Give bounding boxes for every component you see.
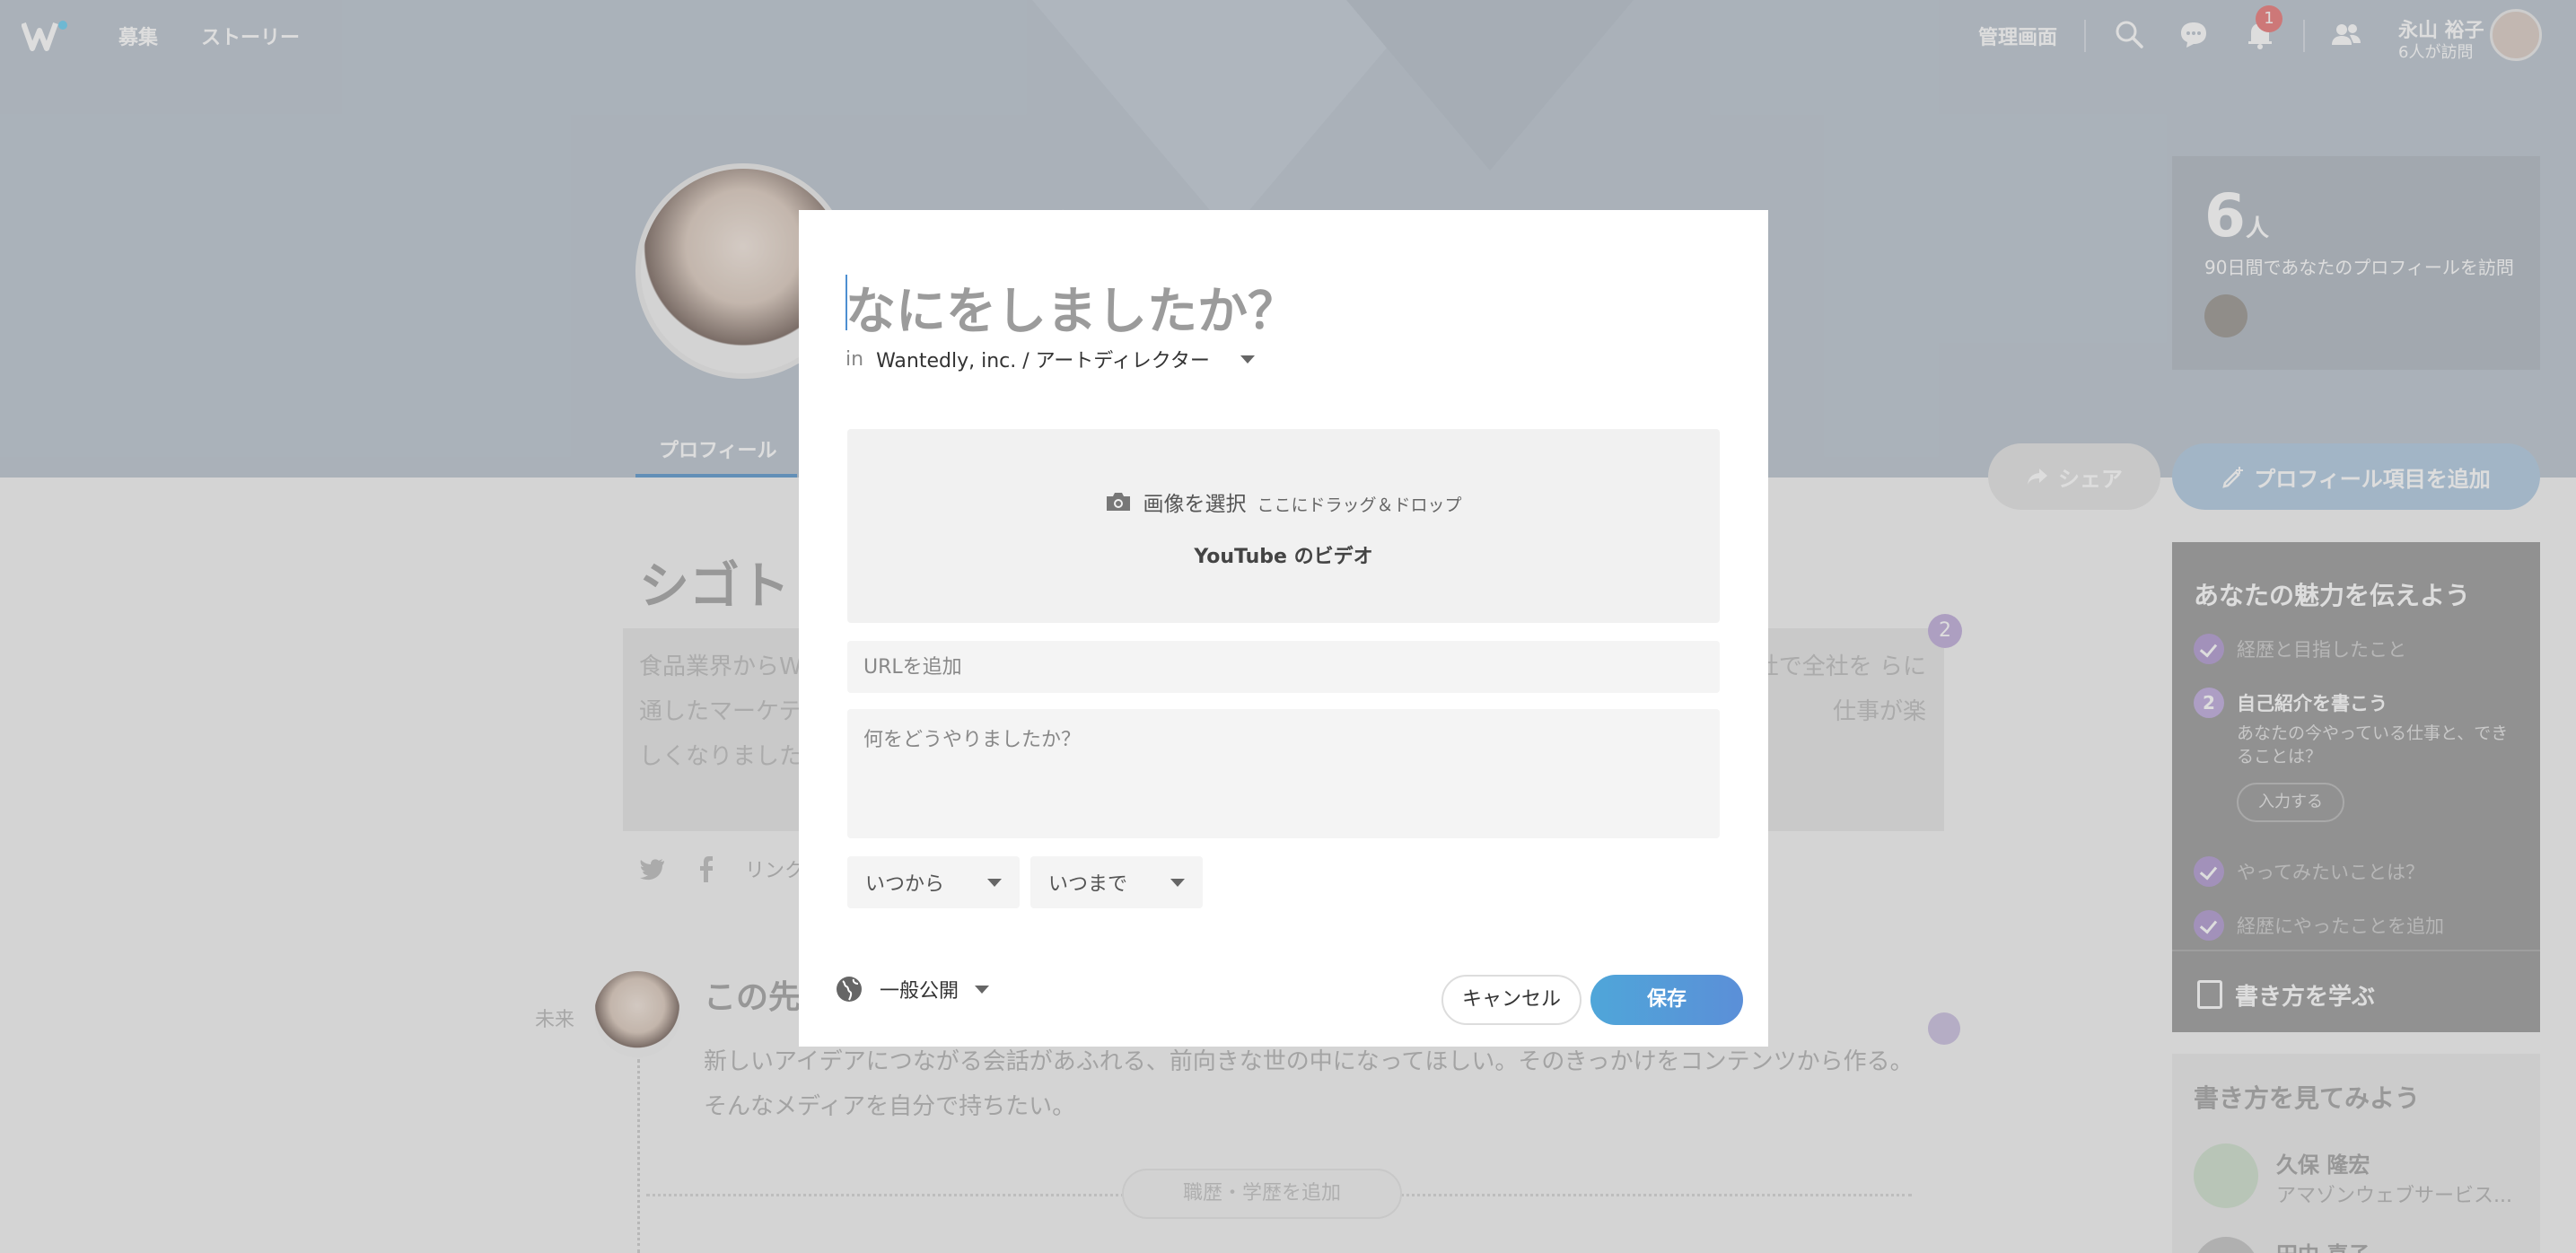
from-date-label: いつから xyxy=(865,873,945,896)
visibility-label: 一般公開 xyxy=(880,980,959,1003)
from-date-select[interactable]: いつから xyxy=(847,856,1020,908)
globe-icon xyxy=(837,977,862,1002)
image-select-row: 画像を選択 ここにドラッグ＆ドロップ xyxy=(847,486,1720,517)
add-work-modal: なにをしましたか？ in Wantedly, inc. / アートディレクター … xyxy=(799,210,1768,1047)
image-select-button[interactable]: 画像を選択 xyxy=(1143,486,1246,517)
text-cursor xyxy=(846,275,847,330)
save-button[interactable]: 保存 xyxy=(1590,975,1743,1025)
to-date-label: いつまで xyxy=(1048,873,1128,896)
visibility-selector[interactable]: 一般公開 xyxy=(835,975,990,1003)
in-label: in xyxy=(846,347,864,371)
drag-drop-hint: ここにドラッグ＆ドロップ xyxy=(1257,495,1462,515)
url-input[interactable] xyxy=(847,641,1720,693)
chevron-down-icon xyxy=(987,878,1002,887)
cancel-button[interactable]: キャンセル xyxy=(1441,975,1582,1025)
modal-title-input[interactable]: なにをしましたか？ xyxy=(846,271,1298,344)
description-textarea[interactable] xyxy=(847,709,1720,838)
camera-icon xyxy=(1107,493,1131,511)
company-value: Wantedly, inc. / アートディレクター xyxy=(876,350,1210,372)
company-selector[interactable]: in Wantedly, inc. / アートディレクター xyxy=(846,345,1255,373)
image-upload-area[interactable]: 画像を選択 ここにドラッグ＆ドロップ YouTube のビデオ xyxy=(847,429,1720,623)
to-date-select[interactable]: いつまで xyxy=(1030,856,1203,908)
youtube-video-button[interactable]: YouTube のビデオ xyxy=(847,540,1720,569)
chevron-down-icon xyxy=(1170,878,1185,887)
chevron-down-icon xyxy=(975,985,990,994)
chevron-down-icon xyxy=(1240,355,1255,364)
